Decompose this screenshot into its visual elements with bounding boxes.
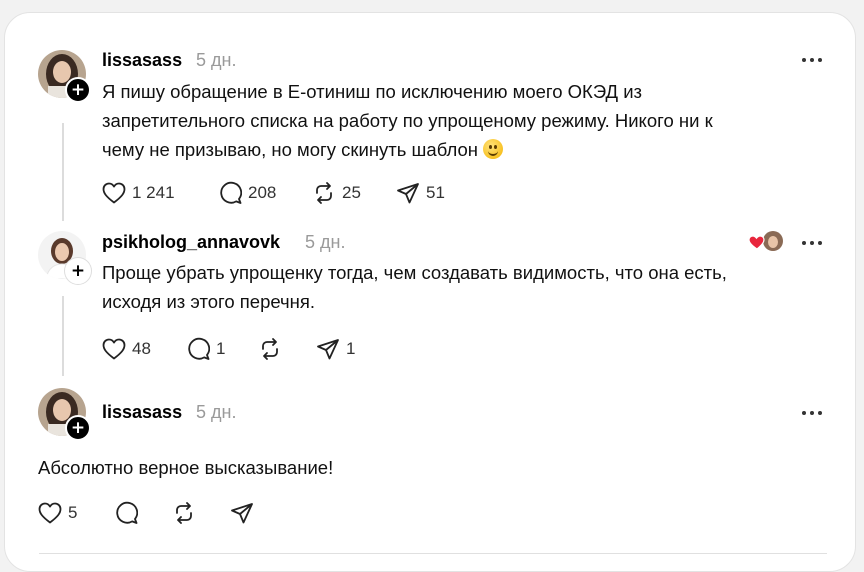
like-count: 5: [68, 503, 78, 522]
repost-count: 25: [342, 183, 361, 202]
send-icon: [231, 503, 253, 524]
post-text-line-content: чему не призываю, но могу скинуть шаблон: [102, 139, 478, 160]
comment-count: 1: [216, 339, 226, 358]
share-count: 1: [346, 339, 356, 358]
like-button[interactable]: 48: [102, 335, 151, 363]
send-icon: [317, 339, 339, 360]
more-options-icon[interactable]: [802, 237, 826, 249]
liked-by-author-badge: [747, 230, 787, 254]
post-username[interactable]: psikholog_annavovk: [102, 232, 280, 253]
share-button[interactable]: 1: [316, 335, 355, 363]
heart-icon: [38, 502, 62, 524]
post-text-line: Я пишу обращение в Е-отиниш по исключени…: [102, 81, 643, 102]
repost-icon: [176, 502, 192, 524]
comment-count: 208: [248, 183, 277, 202]
post-timestamp: 5 дн.: [196, 402, 237, 422]
follow-plus-icon[interactable]: +: [65, 415, 91, 441]
post-timestamp: 5 дн.: [196, 50, 237, 70]
comment-button[interactable]: [114, 499, 138, 527]
comment-bubble-icon: [116, 501, 138, 524]
more-options-icon[interactable]: [802, 407, 826, 419]
share-button[interactable]: 51: [396, 179, 445, 207]
post-username[interactable]: lissasass: [102, 50, 182, 71]
post-text-line: Абсолютно верное высказывание!: [38, 457, 334, 478]
follow-plus-icon[interactable]: +: [65, 258, 91, 284]
repost-icon: [262, 338, 278, 360]
post-text-line: Проще убрать упрощенку тогда, чем создав…: [102, 262, 727, 283]
divider: [39, 553, 827, 554]
like-button[interactable]: 5: [38, 499, 77, 527]
repost-button[interactable]: 25: [312, 179, 361, 207]
thread-card: + lissasass 5 дн. Я пишу обращение в Е-о…: [4, 12, 856, 572]
heart-icon: [102, 182, 126, 204]
like-button[interactable]: 1 241: [102, 179, 175, 207]
comment-button[interactable]: 208: [218, 179, 276, 207]
post-username[interactable]: lissasass: [102, 402, 182, 423]
post-text-line: исходя из этого перечня.: [102, 291, 316, 312]
repost-button[interactable]: [172, 499, 196, 527]
comment-button[interactable]: 1: [186, 335, 225, 363]
share-button[interactable]: [230, 499, 254, 527]
heart-icon: [102, 338, 126, 360]
repost-button[interactable]: [258, 335, 288, 363]
post-text: Проще убрать упрощенку тогда, чем создав…: [102, 258, 822, 316]
share-count: 51: [426, 183, 445, 202]
like-count: 48: [132, 339, 151, 358]
smile-emoji-icon: [483, 139, 504, 159]
more-options-icon[interactable]: [802, 54, 826, 66]
send-icon: [397, 183, 419, 204]
like-count: 1 241: [132, 183, 175, 202]
comment-bubble-icon: [188, 337, 210, 360]
thread-line: [62, 296, 64, 376]
repost-icon: [316, 182, 332, 204]
post-text: Абсолютно верное высказывание!: [38, 453, 818, 482]
comment-bubble-icon: [220, 181, 242, 204]
red-heart-icon: [748, 231, 783, 251]
thread-line: [62, 123, 64, 221]
post-text-line: запретительного списка на работу по упро…: [102, 110, 713, 131]
post-text-line: чему не призываю, но могу скинуть шаблон: [102, 135, 822, 164]
follow-plus-icon[interactable]: +: [65, 77, 91, 103]
post-text: Я пишу обращение в Е-отиниш по исключени…: [102, 77, 822, 164]
post-timestamp: 5 дн.: [305, 232, 346, 252]
